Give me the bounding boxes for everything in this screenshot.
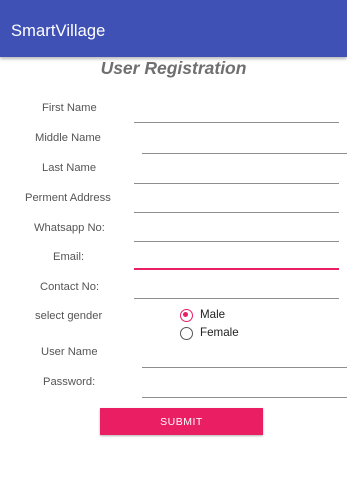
gender-male-label: Male [200, 308, 226, 321]
app-title: SmartVillage [11, 22, 106, 40]
email-label: Email: [53, 251, 85, 263]
whatsapp-no-label: Whatsapp No: [34, 222, 105, 234]
user-name-field[interactable] [142, 367, 347, 368]
first-name-label: First Name [42, 102, 97, 114]
whatsapp-no-field[interactable] [134, 241, 339, 242]
contact-no-field[interactable] [134, 298, 339, 299]
middle-name-label: Middle Name [35, 132, 101, 144]
password-label: Password: [43, 376, 96, 388]
permanent-address-label: Perment Address [25, 192, 111, 204]
page-title: User Registration [100, 58, 247, 78]
gender-female-radio[interactable]: Female [180, 326, 239, 340]
submit-button[interactable]: SUBMIT [100, 408, 263, 435]
gender-male-radio[interactable]: Male [180, 308, 225, 322]
permanent-address-field[interactable] [134, 212, 339, 213]
password-field[interactable] [142, 397, 347, 398]
gender-label: select gender [35, 310, 103, 322]
gender-female-label: Female [200, 326, 239, 339]
last-name-label: Last Name [42, 162, 97, 174]
contact-no-label: Contact No: [40, 281, 100, 293]
last-name-field[interactable] [134, 183, 339, 184]
app-bar: SmartVillage [0, 0, 347, 57]
user-name-label: User Name [41, 346, 98, 358]
first-name-field[interactable] [134, 122, 339, 123]
radio-unchecked-icon [180, 326, 193, 340]
email-field[interactable] [134, 268, 339, 270]
middle-name-field[interactable] [142, 153, 347, 154]
radio-checked-icon [180, 308, 193, 322]
